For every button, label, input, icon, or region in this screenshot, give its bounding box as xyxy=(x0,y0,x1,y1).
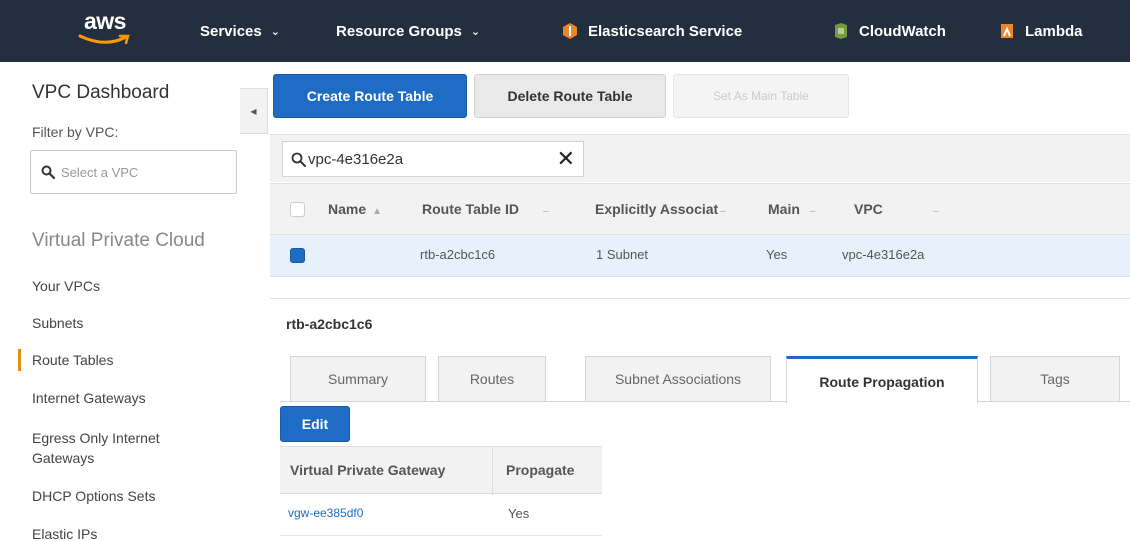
services-menu[interactable]: Services ⌄ xyxy=(200,20,280,42)
column-propagate[interactable]: Propagate xyxy=(506,462,574,478)
filter-bar: vpc-4e316e2a ✕ xyxy=(270,134,1130,182)
create-route-table-button[interactable]: Create Route Table xyxy=(273,74,467,118)
elasticsearch-icon xyxy=(563,23,577,39)
sidebar-item-egress-only-internet-gateways[interactable]: Egress Only Internet Gateways xyxy=(32,428,202,468)
propagation-table: Virtual Private Gateway Propagate vgw-ee… xyxy=(280,446,602,536)
column-name[interactable]: Name ▲ xyxy=(328,201,382,217)
sidebar-item-dhcp-options-sets[interactable]: DHCP Options Sets xyxy=(32,486,155,506)
sidebar-title[interactable]: VPC Dashboard xyxy=(32,82,169,104)
gateway-link[interactable]: vgw-ee385df0 xyxy=(288,506,363,520)
column-main[interactable]: Main – xyxy=(768,201,815,217)
column-separator xyxy=(492,447,493,495)
resource-groups-menu[interactable]: Resource Groups ⌄ xyxy=(336,20,480,42)
propagate-value: Yes xyxy=(508,506,530,521)
table-header: Name ▲ Route Table ID – Explicitly Associa… xyxy=(270,183,1130,235)
column-route-table-id[interactable]: Route Table ID – xyxy=(422,201,549,217)
aws-logo[interactable]: aws xyxy=(74,8,140,48)
chevron-left-icon: ◀ xyxy=(250,106,257,116)
table-row[interactable]: rtb-a2cbc1c6 1 Subnet Yes vpc-4e316e2a xyxy=(270,235,1130,277)
shortcut-cloudwatch[interactable]: CloudWatch xyxy=(832,20,946,42)
sidebar-item-your-vpcs[interactable]: Your VPCs xyxy=(32,276,100,296)
chevron-down-icon: ⌄ xyxy=(270,25,280,38)
sort-icon: – xyxy=(932,206,939,217)
propagation-table-header: Virtual Private Gateway Propagate xyxy=(280,446,602,495)
delete-route-table-button[interactable]: Delete Route Table xyxy=(474,74,666,118)
main-content: Create Route Table Delete Route Table Se… xyxy=(270,62,1130,541)
aws-smile-icon xyxy=(78,34,130,45)
chevron-down-icon: ⌄ xyxy=(470,25,481,38)
vpc-select[interactable]: Select a VPC xyxy=(30,150,237,194)
top-navigation: aws Services ⌄ Resource Groups ⌄ Elastic… xyxy=(0,0,1130,62)
set-as-main-table-button[interactable]: Set As Main Table xyxy=(673,74,849,118)
row-main: Yes xyxy=(766,247,788,262)
column-virtual-private-gateway[interactable]: Virtual Private Gateway xyxy=(290,462,445,478)
tab-tags[interactable]: Tags xyxy=(990,356,1120,402)
cloudwatch-icon xyxy=(835,23,847,39)
clear-search-icon[interactable]: ✕ xyxy=(557,147,575,171)
row-route-table-id: rtb-a2cbc1c6 xyxy=(420,247,496,262)
lambda-icon xyxy=(1001,24,1013,38)
sidebar-item-internet-gateways[interactable]: Internet Gateways xyxy=(32,388,146,408)
sidebar-item-subnets[interactable]: Subnets xyxy=(32,313,83,333)
shortcut-lambda[interactable]: Lambda xyxy=(998,20,1083,42)
tab-summary[interactable]: Summary xyxy=(290,356,426,402)
column-vpc[interactable]: VPC – xyxy=(854,201,938,217)
sidebar-item-route-tables[interactable]: Route Tables xyxy=(17,349,113,371)
column-explicitly-associated[interactable]: Explicitly Associat – xyxy=(595,201,726,217)
sidebar: VPC Dashboard Filter by VPC: Select a VP… xyxy=(0,62,245,541)
tab-subnet-associations[interactable]: Subnet Associations xyxy=(585,356,771,402)
row-vpc: vpc-4e316e2a xyxy=(842,247,925,262)
row-checkbox[interactable] xyxy=(290,248,305,263)
tab-routes[interactable]: Routes xyxy=(438,356,546,402)
filter-label: Filter by VPC: xyxy=(32,124,119,140)
row-explicitly-associated: 1 Subnet xyxy=(596,247,649,262)
shortcut-elasticsearch[interactable]: Elasticsearch Service xyxy=(561,20,742,42)
select-all-checkbox[interactable] xyxy=(290,202,305,217)
panel-divider[interactable] xyxy=(270,298,1130,299)
sidebar-section-title: Virtual Private Cloud xyxy=(32,230,205,251)
sort-icon: – xyxy=(542,206,549,217)
search-icon xyxy=(41,165,55,179)
detail-title: rtb-a2cbc1c6 xyxy=(286,316,373,332)
sort-ascending-icon: ▲ xyxy=(372,206,383,217)
tab-route-propagation[interactable]: Route Propagation xyxy=(786,356,978,404)
edit-button[interactable]: Edit xyxy=(280,406,350,442)
table-row: vgw-ee385df0 Yes xyxy=(280,494,602,536)
search-icon xyxy=(291,152,306,167)
sort-icon: – xyxy=(809,206,816,217)
sort-icon: – xyxy=(720,206,726,217)
sidebar-collapse-button[interactable]: ◀ xyxy=(240,88,268,134)
sidebar-item-elastic-ips[interactable]: Elastic IPs xyxy=(32,524,97,541)
search-input[interactable]: vpc-4e316e2a ✕ xyxy=(282,141,584,177)
